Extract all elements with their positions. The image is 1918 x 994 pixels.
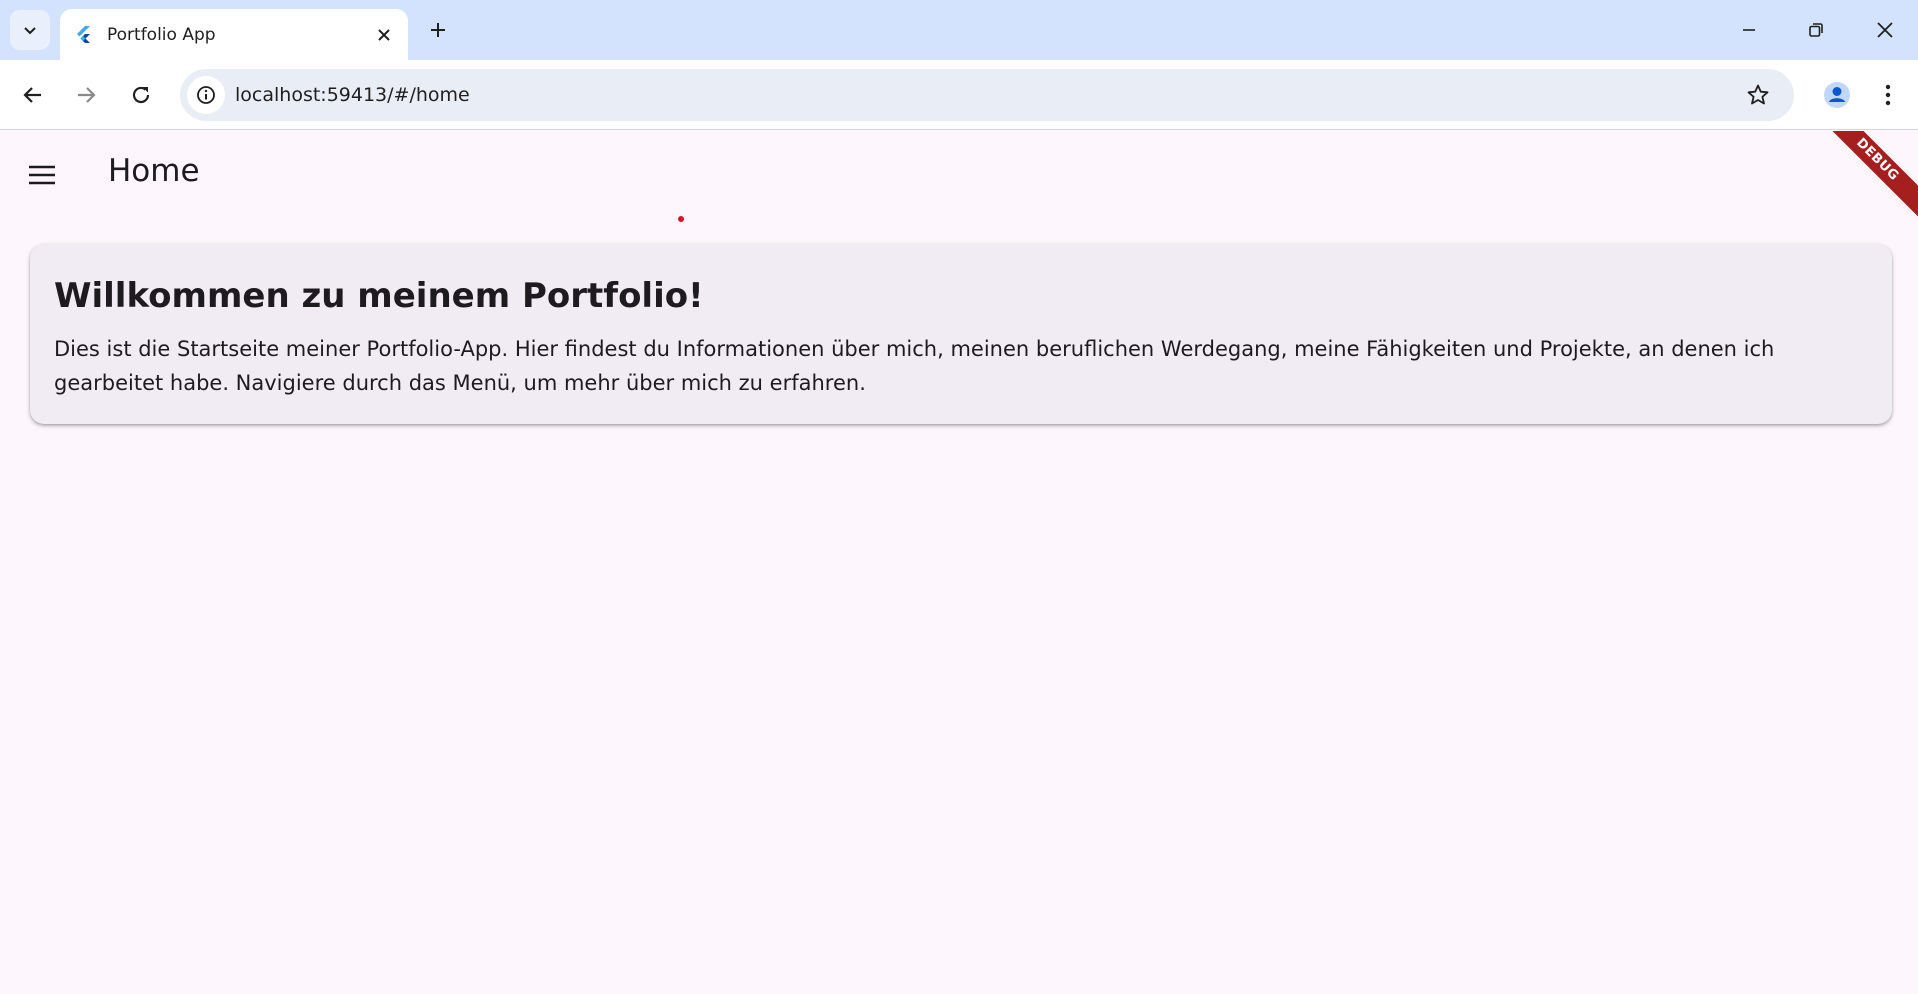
welcome-title: Willkommen zu meinem Portfolio!	[54, 276, 704, 316]
page-content: Home DEBUG Willkommen zu meinem Portfoli…	[0, 131, 1918, 994]
tab-title: Portfolio App	[107, 25, 216, 45]
tab-strip: Portfolio App	[0, 0, 1918, 60]
star-icon	[1747, 84, 1769, 105]
app-bar: Home	[0, 131, 1918, 213]
restore-button[interactable]	[1800, 14, 1832, 46]
welcome-card: Willkommen zu meinem Portfolio! Dies ist…	[30, 244, 1892, 424]
page-title: Home	[108, 153, 200, 189]
address-url[interactable]: localhost:59413/#/home	[235, 84, 470, 106]
red-dot-marker	[678, 216, 684, 222]
chevron-down-icon	[24, 27, 36, 35]
back-arrow-icon	[23, 87, 41, 103]
browser-toolbar: localhost:59413/#/home	[0, 60, 1918, 130]
welcome-text: Dies ist die Startseite meiner Portfolio…	[54, 337, 1775, 395]
hamburger-icon	[29, 165, 55, 185]
tab-search-button[interactable]	[10, 10, 50, 50]
kebab-menu-icon	[1885, 84, 1891, 106]
address-bar[interactable]: localhost:59413/#/home	[180, 69, 1794, 121]
site-info-button[interactable]	[187, 76, 225, 114]
profile-button[interactable]	[1817, 75, 1857, 115]
back-button[interactable]	[13, 75, 53, 115]
close-window-button[interactable]	[1869, 14, 1901, 46]
plus-icon	[431, 23, 445, 37]
info-icon	[197, 86, 215, 104]
tab-portfolio-app[interactable]: Portfolio App	[60, 9, 408, 60]
close-icon	[1877, 22, 1893, 38]
new-tab-button[interactable]	[424, 16, 452, 44]
forward-button[interactable]	[66, 75, 106, 115]
reload-icon	[132, 86, 150, 104]
restore-icon	[1809, 23, 1823, 37]
browser-menu-button[interactable]	[1870, 75, 1906, 115]
minimize-icon	[1743, 29, 1755, 31]
reload-button[interactable]	[121, 75, 161, 115]
flutter-icon	[77, 26, 90, 43]
browser-window: Portfolio App localhost:59413/#/home Hom…	[0, 0, 1918, 994]
bookmark-button[interactable]	[1744, 81, 1772, 109]
person-icon	[1824, 82, 1850, 108]
minimize-button[interactable]	[1733, 14, 1765, 46]
close-icon	[378, 29, 390, 41]
drawer-menu-button[interactable]	[20, 153, 64, 197]
tab-close-button[interactable]	[372, 23, 396, 47]
forward-arrow-icon	[78, 87, 96, 103]
